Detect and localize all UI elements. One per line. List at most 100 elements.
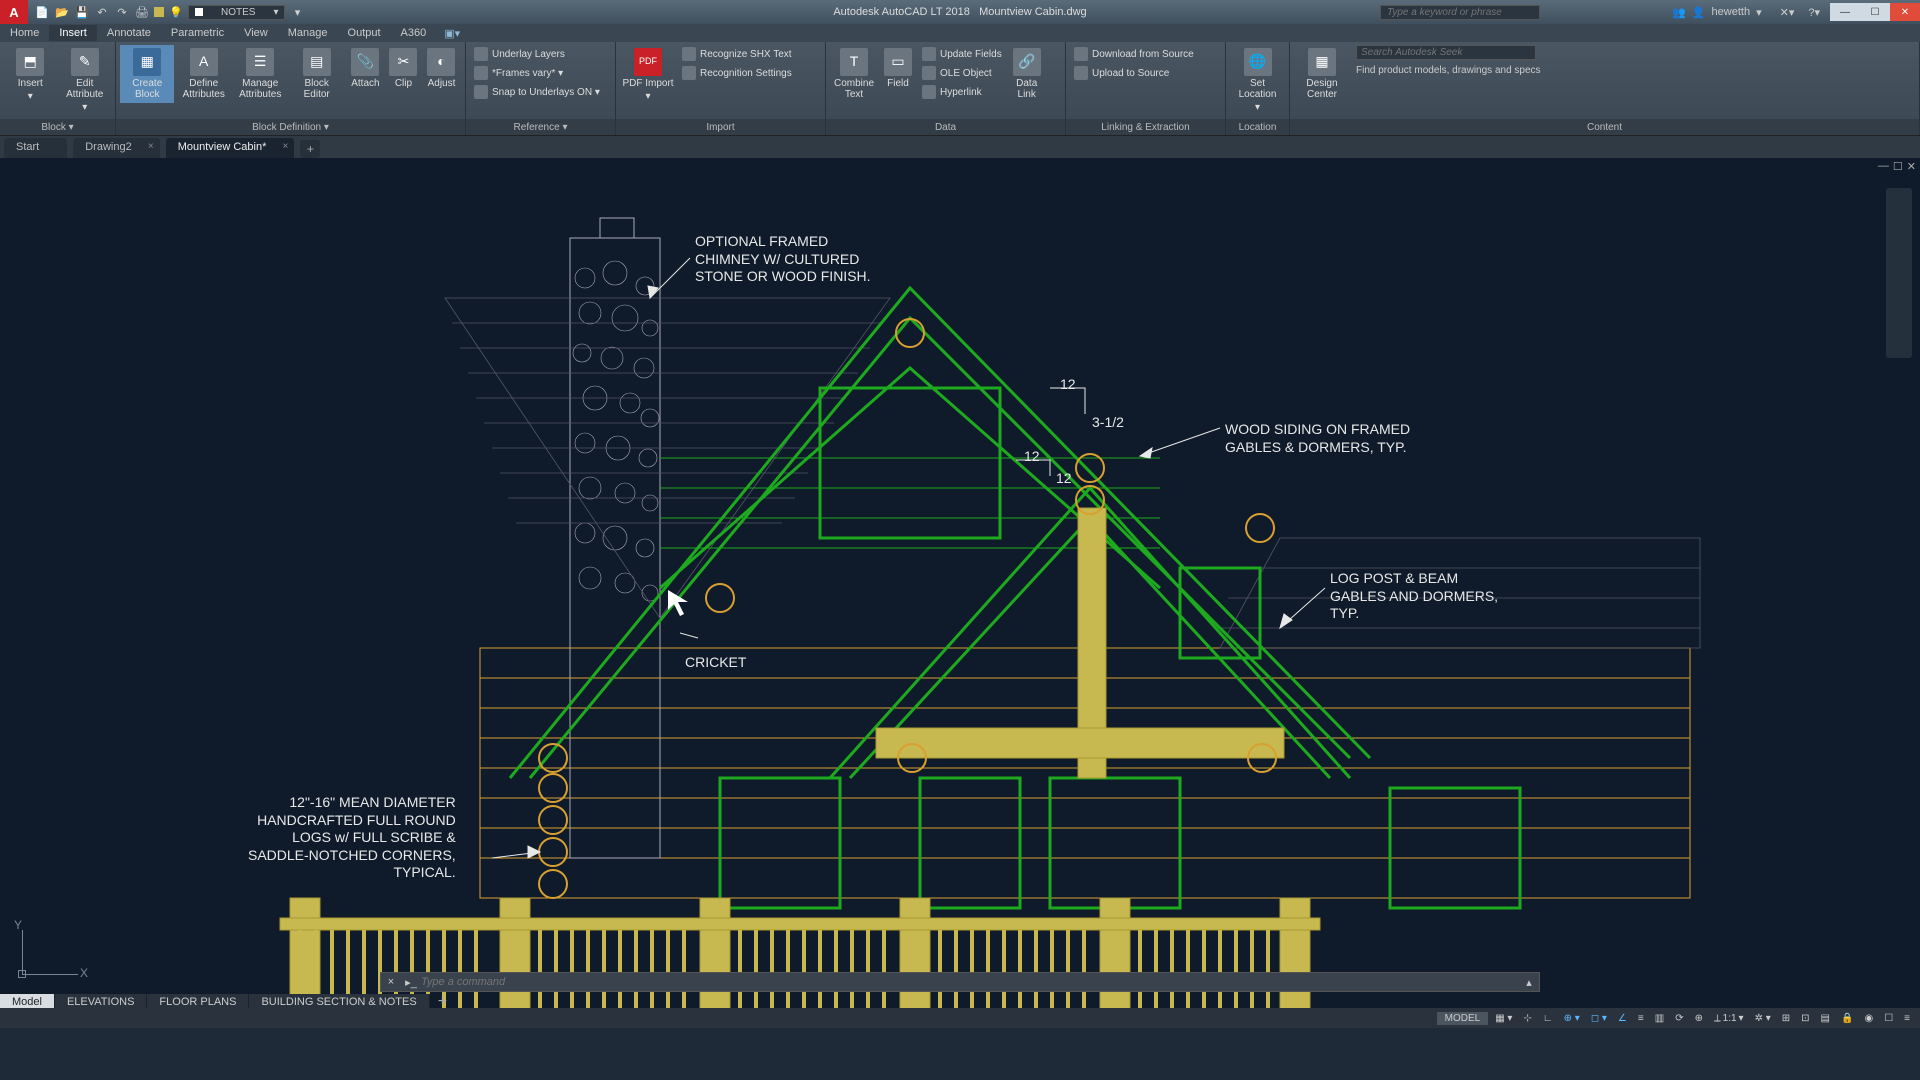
lock-ui[interactable]: 🔒 [1837, 1012, 1857, 1025]
update-fields-button[interactable]: Update Fields [918, 45, 1006, 63]
open-icon[interactable]: 📂 [54, 4, 70, 20]
featured-apps-icon[interactable]: ▣▾ [444, 27, 460, 40]
layer-dropdown[interactable]: NOTES ▾ [188, 5, 285, 20]
snap-underlays-button[interactable]: Snap to Underlays ON ▾ [470, 83, 604, 101]
hyperlink-button[interactable]: Hyperlink [918, 83, 1006, 101]
combine-text-button[interactable]: TCombine Text [830, 45, 878, 103]
panel-title: Import [616, 119, 825, 135]
snap-toggle[interactable]: ⊹ [1519, 1012, 1535, 1025]
save-icon[interactable]: 💾 [74, 4, 90, 20]
close-tab-icon[interactable]: × [148, 141, 154, 152]
print-icon[interactable]: 🖨 [134, 4, 150, 20]
edit-attribute-button[interactable]: ✎Edit Attribute▾ [59, 45, 112, 116]
units-toggle[interactable]: ⊡ [1797, 1012, 1813, 1025]
new-icon[interactable]: 📄 [34, 4, 50, 20]
ortho-toggle[interactable]: ∟ [1539, 1012, 1557, 1025]
pdf-import-button[interactable]: PDFPDF Import▾ [620, 45, 676, 105]
isolate-objects[interactable]: ◉ [1860, 1012, 1877, 1025]
otrack-toggle[interactable]: ∠ [1614, 1012, 1631, 1025]
add-tab-button[interactable]: + [300, 140, 320, 158]
manage-attributes-button[interactable]: ☰Manage Attributes [233, 45, 287, 103]
quick-access-toolbar: 📄 📂 💾 ↶ ↷ 🖨 💡 NOTES ▾ ▾ [28, 4, 311, 20]
user-avatar-icon: 👤 [1692, 6, 1706, 19]
drawing-canvas[interactable]: —☐✕ [0, 158, 1920, 1028]
pitch-label-12c: 12 [1056, 470, 1072, 488]
download-source-button[interactable]: Download from Source [1070, 45, 1198, 63]
menu-a360[interactable]: A360 [391, 25, 437, 41]
clean-screen[interactable]: ☐ [1880, 1012, 1897, 1025]
minimize-button[interactable]: — [1830, 3, 1860, 21]
layer-name: NOTES [221, 7, 255, 18]
frames-vary-button[interactable]: *Frames vary* ▾ [470, 64, 604, 82]
panel-title[interactable]: Block Definition ▾ [116, 119, 465, 135]
document-tabs: Start Drawing2× Mountview Cabin*× + [0, 136, 1920, 158]
menu-insert[interactable]: Insert [49, 25, 97, 41]
clip-button[interactable]: ✂Clip [387, 45, 420, 92]
define-attributes-button[interactable]: ADefine Attributes [176, 45, 230, 103]
ribbon: ⬒Insert▾ ✎Edit Attribute▾ Block ▾ ▦Creat… [0, 42, 1920, 136]
data-link-button[interactable]: 🔗Data Link [1008, 45, 1046, 103]
menu-output[interactable]: Output [338, 25, 391, 41]
menu-home[interactable]: Home [0, 25, 49, 41]
panel-title[interactable]: Block ▾ [0, 119, 115, 135]
undo-icon[interactable]: ↶ [94, 4, 110, 20]
close-cmd-icon[interactable]: × [381, 976, 401, 988]
command-line[interactable]: × ▸_ ▴ [380, 972, 1540, 992]
menu-view[interactable]: View [234, 25, 278, 41]
transparency-toggle[interactable]: ▥ [1651, 1012, 1668, 1025]
ole-object-button[interactable]: OLE Object [918, 64, 1006, 82]
help-search-input[interactable] [1380, 5, 1540, 20]
cad-drawing [0, 158, 1920, 1028]
osnap-toggle[interactable]: ◻ ▾ [1587, 1012, 1611, 1025]
menu-annotate[interactable]: Annotate [97, 25, 161, 41]
create-block-button[interactable]: ▦Create Block [120, 45, 174, 103]
attach-button[interactable]: 📎Attach [346, 45, 385, 92]
block-editor-button[interactable]: ▤Block Editor [289, 45, 343, 103]
ucs-icon: Y X [14, 918, 74, 978]
recognition-settings-button[interactable]: Recognition Settings [678, 64, 796, 82]
redo-icon[interactable]: ↷ [114, 4, 130, 20]
close-tab-icon[interactable]: × [283, 141, 289, 152]
field-button[interactable]: ▭Field [880, 45, 916, 92]
user-menu[interactable]: 👥 👤 hewetth ▾ ✕▾ ?▾ [1672, 6, 1820, 19]
qat-more-icon[interactable]: ▾ [289, 4, 305, 20]
close-button[interactable]: ✕ [1890, 3, 1920, 21]
quick-props[interactable]: ▤ [1817, 1012, 1834, 1025]
grid-toggle[interactable]: ▦ ▾ [1491, 1012, 1516, 1025]
polar-toggle[interactable]: ⊕ ▾ [1560, 1012, 1584, 1025]
cycling-toggle[interactable]: ⟳ [1671, 1012, 1687, 1025]
lineweight-toggle[interactable]: ≡ [1634, 1012, 1648, 1025]
adjust-button[interactable]: ◐Adjust [422, 45, 461, 92]
annotation-visibility[interactable]: ⊞ [1778, 1012, 1794, 1025]
panel-title[interactable]: Reference ▾ [466, 119, 615, 135]
menu-parametric[interactable]: Parametric [161, 25, 234, 41]
signin-icon: 👥 [1672, 6, 1686, 19]
maximize-button[interactable]: ☐ [1860, 3, 1890, 21]
annotation-monitor[interactable]: ⊕ [1691, 1012, 1707, 1025]
upload-source-button[interactable]: Upload to Source [1070, 64, 1198, 82]
app-logo[interactable]: A [0, 0, 28, 24]
workspace-switch[interactable]: ✲ ▾ [1751, 1012, 1775, 1025]
bulb-icon[interactable]: 💡 [168, 4, 184, 20]
insert-block-button[interactable]: ⬒Insert▾ [4, 45, 57, 105]
annoscale-toggle[interactable]: ⟂ 1:1 ▾ [1710, 1012, 1748, 1025]
menu-manage[interactable]: Manage [278, 25, 338, 41]
model-space-toggle[interactable]: MODEL [1437, 1012, 1489, 1025]
doctab-mountview[interactable]: Mountview Cabin*× [166, 138, 295, 158]
doctab-start[interactable]: Start [4, 138, 67, 158]
status-bar: MODEL ▦ ▾ ⊹ ∟ ⊕ ▾ ◻ ▾ ∠ ≡ ▥ ⟳ ⊕ ⟂ 1:1 ▾ … [0, 1008, 1920, 1028]
seek-search-input[interactable] [1356, 45, 1536, 60]
exchange-icon[interactable]: ✕▾ [1780, 6, 1795, 19]
cmd-history-icon[interactable]: ▴ [1519, 976, 1539, 989]
command-input[interactable] [421, 976, 1519, 988]
doctab-drawing2[interactable]: Drawing2× [73, 138, 159, 158]
layer-swatch-icon[interactable] [154, 7, 164, 17]
underlay-layers-button[interactable]: Underlay Layers [470, 45, 604, 63]
pitch-label-35: 3-1/2 [1092, 414, 1124, 432]
design-center-button[interactable]: ▦Design Center [1294, 45, 1350, 103]
recognize-shx-button[interactable]: Recognize SHX Text [678, 45, 796, 63]
annotation-cricket: CRICKET [685, 654, 746, 672]
help-icon[interactable]: ?▾ [1808, 6, 1820, 19]
customize-status[interactable]: ≡ [1900, 1012, 1914, 1025]
set-location-button[interactable]: 🌐Set Location▾ [1230, 45, 1285, 116]
